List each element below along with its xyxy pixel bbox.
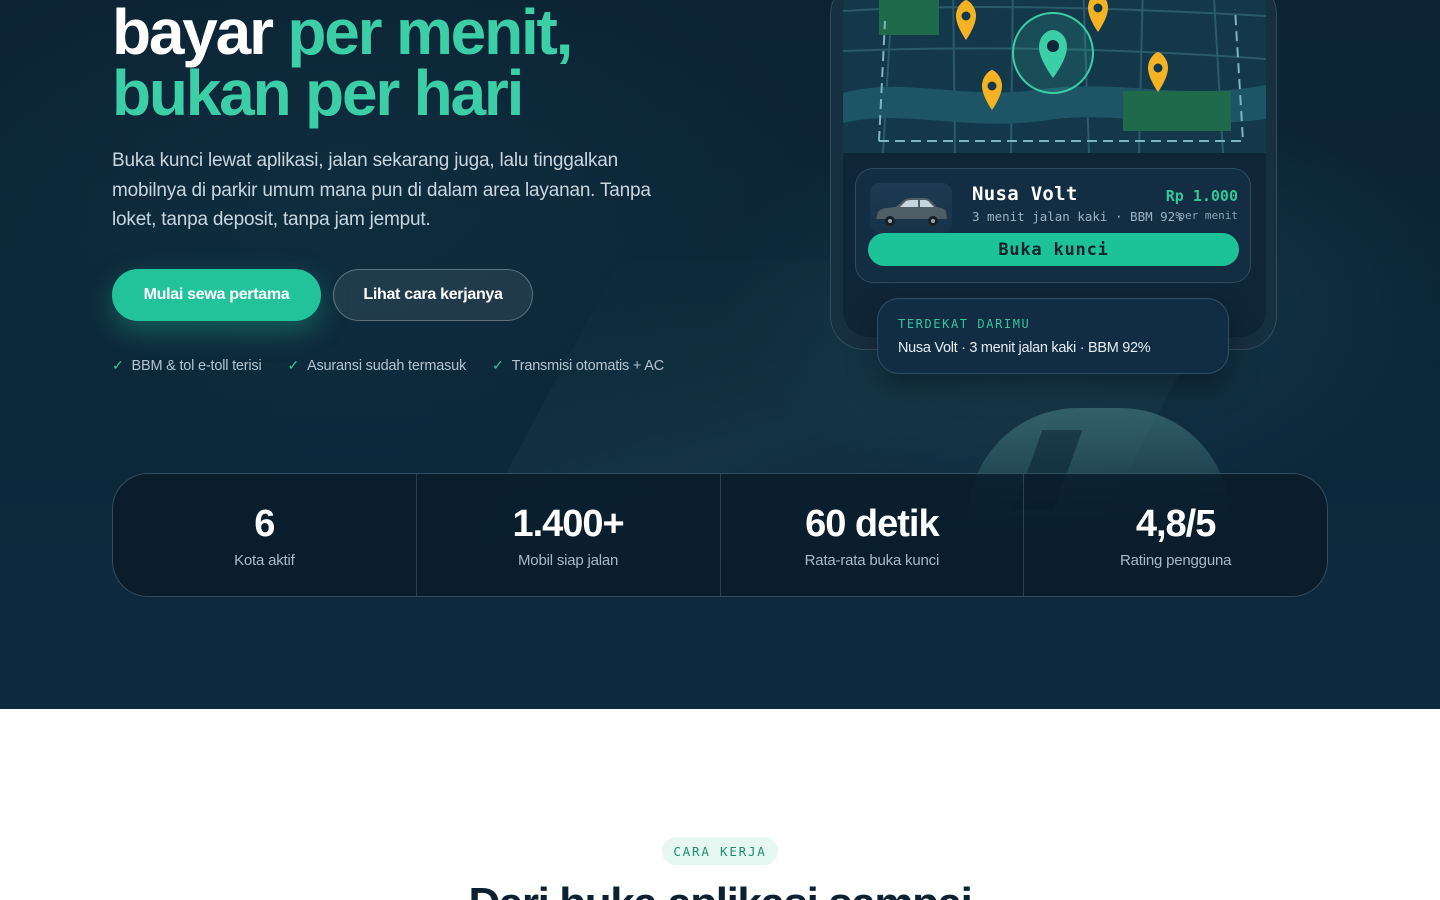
stat-item: 60 detik Rata-rata buka kunci xyxy=(721,474,1025,596)
price-unit: per menit xyxy=(1178,209,1238,222)
hero-headline-line1: bayar per menit, xyxy=(112,0,573,64)
stat-value: 6 xyxy=(254,502,275,545)
feature-item: ✓ Asuransi sudah termasuk xyxy=(288,357,467,374)
section-title: Dari buka aplikasi sampai xyxy=(0,878,1440,900)
nearby-label: TERDEKAT DARIMU xyxy=(898,317,1031,331)
stat-value: 1.400+ xyxy=(512,502,624,545)
stat-item: 1.400+ Mobil siap jalan xyxy=(417,474,721,596)
hero-section: bayar per menit, bukan per hari Buka kun… xyxy=(0,0,1440,709)
feature-item: ✓ BBM & tol e-toll terisi xyxy=(112,357,262,374)
start-first-rental-button[interactable]: Mulai sewa pertama xyxy=(112,269,321,321)
stats-bar: 6 Kota aktif 1.400+ Mobil siap jalan 60 … xyxy=(112,473,1328,597)
location-pin-icon[interactable] xyxy=(956,0,976,40)
stat-value: 60 detik xyxy=(805,502,940,545)
hero-description: Buka kunci lewat aplikasi, jalan sekaran… xyxy=(112,150,651,230)
stat-item: 6 Kota aktif xyxy=(113,474,417,596)
nearby-car-card: TERDEKAT DARIMU Nusa Volt · 3 menit jala… xyxy=(877,298,1229,374)
map-pin-layer xyxy=(956,0,1168,110)
stat-item: 4,8/5 Rating pengguna xyxy=(1024,474,1327,596)
car-icon xyxy=(876,198,947,226)
car-price: Rp 1.000 xyxy=(1165,187,1238,205)
stat-label: Mobil siap jalan xyxy=(518,551,619,569)
stat-label: Rata-rata buka kunci xyxy=(804,551,940,569)
unlock-button[interactable]: Buka kunci xyxy=(868,233,1239,266)
check-icon: ✓ xyxy=(492,357,504,373)
section-badge: CARA KERJA xyxy=(662,837,778,865)
feature-label: Asuransi sudah termasuk xyxy=(307,357,467,374)
hero-headline-line2: bukan per hari xyxy=(112,57,524,129)
feature-label: Transmisi otomatis + AC xyxy=(511,357,665,374)
location-pin-icon[interactable] xyxy=(982,70,1002,110)
check-icon: ✓ xyxy=(287,357,300,373)
see-how-it-works-button[interactable]: Lihat cara kerjanya xyxy=(333,269,533,321)
car-thumbnail xyxy=(870,183,952,233)
feature-label: BBM & tol e-toll terisi xyxy=(131,357,262,374)
feature-item: ✓ Transmisi otomatis + AC xyxy=(492,357,664,374)
check-icon: ✓ xyxy=(112,357,124,373)
ride-card[interactable]: Nusa Volt 3 menit jalan kaki · BBM 92% R… xyxy=(855,168,1251,283)
car-name: Nusa Volt xyxy=(972,183,1078,205)
selected-pin-icon[interactable] xyxy=(1012,12,1094,94)
stat-label: Kota aktif xyxy=(234,551,295,569)
feature-checklist: ✓ BBM & tol e-toll terisi ✓ Asuransi sud… xyxy=(112,357,664,374)
stat-value: 4,8/5 xyxy=(1135,502,1217,545)
location-pin-icon[interactable] xyxy=(1088,0,1108,32)
location-pin-icon[interactable] xyxy=(1148,52,1168,92)
stat-label: Rating pengguna xyxy=(1119,551,1232,569)
car-meta: 3 menit jalan kaki · BBM 92% xyxy=(972,209,1183,224)
nearby-value: Nusa Volt · 3 menit jalan kaki · BBM 92% xyxy=(898,340,1151,356)
